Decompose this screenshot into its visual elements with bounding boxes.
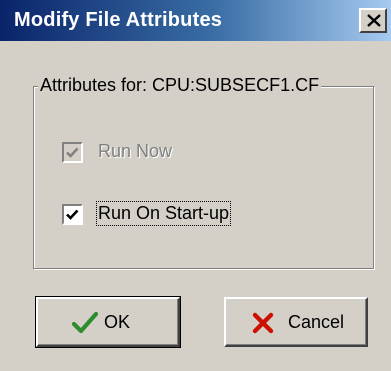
window-title: Modify File Attributes (14, 9, 223, 31)
modify-file-attributes-dialog: Modify File Attributes Attributes for: C… (0, 0, 391, 371)
close-icon (367, 14, 381, 27)
ok-button[interactable]: OK (35, 296, 181, 348)
title-bar[interactable]: Modify File Attributes (0, 0, 391, 41)
x-icon (252, 312, 274, 334)
run-now-label: Run Now (98, 141, 173, 161)
close-button[interactable] (359, 8, 387, 33)
checkmark-icon (66, 147, 79, 158)
cancel-button-label: Cancel (288, 312, 345, 332)
cancel-button[interactable]: Cancel (224, 297, 368, 347)
ok-button-label: OK (104, 312, 131, 332)
run-now-checkbox (62, 142, 83, 163)
run-on-startup-checkbox[interactable] (62, 204, 83, 225)
run-on-startup-label[interactable]: Run On Start-up (95, 201, 232, 226)
checkmark-icon (72, 311, 98, 334)
attributes-groupbox (33, 86, 375, 270)
checkmark-icon (66, 209, 79, 220)
attributes-group-label: Attributes for: CPU:SUBSECF1.CF (38, 75, 322, 96)
